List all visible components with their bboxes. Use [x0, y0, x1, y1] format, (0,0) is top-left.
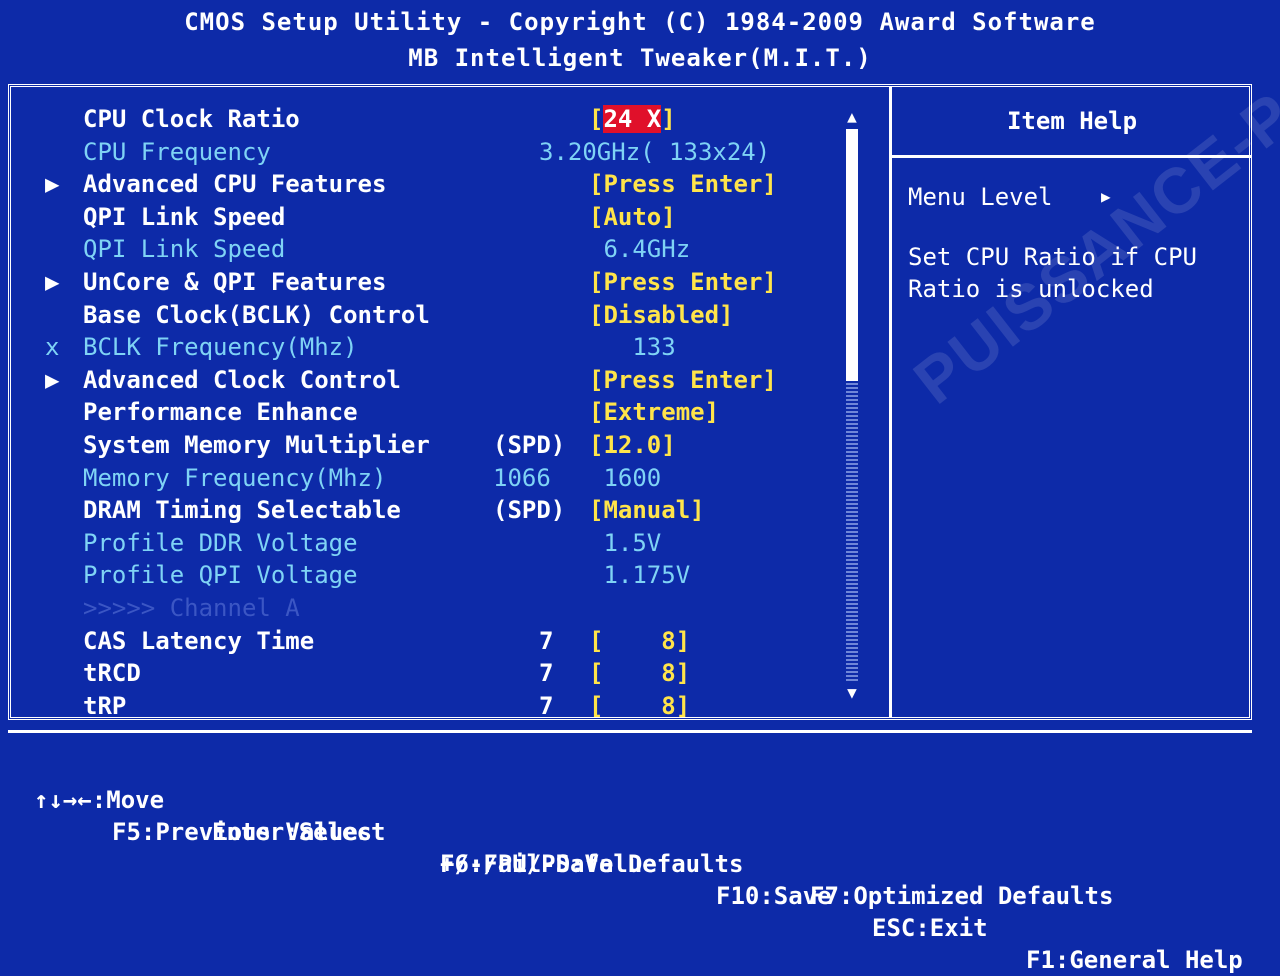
setting-value: 133	[589, 333, 676, 362]
setting-value: 1600	[589, 463, 662, 492]
footer-row-1: ↑↓→←:Move Enter:Select +/-/PU/PD:Value F…	[0, 752, 1280, 974]
help-menu-level: Menu Level	[908, 183, 1053, 211]
header-subtitle: MB Intelligent Tweaker(M.I.T.)	[408, 44, 872, 72]
setting-row[interactable]: tRCD 7 [ 8]	[11, 657, 871, 689]
scrollbar[interactable]: ▲ ▼	[843, 107, 861, 703]
setting-auto-value: 7	[539, 691, 554, 720]
setting-row: >>>>> Channel A	[11, 592, 871, 624]
setting-value[interactable]: [ 8]	[589, 690, 690, 722]
setting-label: tRCD	[83, 659, 141, 688]
setting-label: Profile DDR Voltage	[83, 528, 358, 557]
header-title: CMOS Setup Utility - Copyright (C) 1984-…	[184, 8, 1096, 36]
setting-row[interactable]: Performance Enhance [Extreme]	[11, 396, 871, 428]
setting-value[interactable]: [Press Enter]	[589, 364, 777, 396]
submenu-arrow-icon: ▶	[45, 365, 60, 394]
setting-label: Advanced CPU Features	[83, 170, 387, 199]
setting-row[interactable]: CPU Clock Ratio [24 X]	[11, 103, 871, 135]
setting-value[interactable]: [12.0]	[589, 429, 676, 461]
setting-row: QPI Link Speed 6.4GHz	[11, 233, 871, 265]
setting-label: tRP	[83, 691, 127, 720]
setting-label: CPU Clock Ratio	[83, 105, 300, 133]
setting-row[interactable]: ▶ Advanced CPU Features [Press Enter]	[11, 168, 871, 200]
setting-label: Performance Enhance	[83, 398, 358, 427]
setting-row[interactable]: System Memory Multiplier (SPD) [12.0]	[11, 429, 871, 461]
setting-value[interactable]: [Press Enter]	[589, 168, 777, 200]
setting-row[interactable]: QPI Link Speed [Auto]	[11, 201, 871, 233]
footer-row-2: F5:Previous Values F6:Fail-Safe Defaults…	[0, 784, 1280, 910]
bios-header: CMOS Setup Utility - Copyright (C) 1984-…	[0, 4, 1280, 76]
setting-value[interactable]: [Extreme]	[589, 396, 719, 428]
setting-auto-value: 1066	[493, 463, 551, 492]
main-frame: CPU Clock Ratio [24 X] CPU Frequency 3.20GH…	[8, 84, 1252, 720]
setting-row[interactable]: tRP 7 [ 8]	[11, 690, 871, 722]
scroll-up-icon[interactable]: ▲	[843, 107, 861, 127]
setting-row: Memory Frequency(Mhz) 1066 1600	[11, 462, 871, 494]
setting-label: >>>>> Channel A	[83, 594, 300, 622]
setting-row: CPU Frequency 3.20GHz( 133x24)	[11, 136, 871, 168]
setting-auto-value: 7	[539, 626, 554, 655]
setting-auto-value: 3.20GHz( 133x24)	[539, 137, 771, 166]
panel-divider	[889, 87, 892, 717]
setting-value[interactable]: [Press Enter]	[589, 266, 777, 298]
setting-label: DRAM Timing Selectable	[83, 496, 401, 525]
footer-exit: ESC:Exit	[872, 914, 988, 942]
setting-row: Profile QPI Voltage 1.175V	[11, 559, 871, 591]
footer-optimized: F7:Optimized Defaults	[810, 882, 1114, 910]
setting-value: 1.175V	[589, 561, 691, 590]
setting-value[interactable]: [Manual]	[589, 494, 705, 526]
setting-label: Advanced Clock Control	[83, 365, 401, 394]
setting-label: CAS Latency Time	[83, 626, 315, 655]
setting-value[interactable]: [24 X]	[589, 103, 676, 135]
setting-label: System Memory Multiplier	[83, 431, 430, 459]
setting-label: CPU Frequency	[83, 137, 271, 166]
setting-row: Profile DDR Voltage 1.5V	[11, 527, 871, 559]
scroll-thumb[interactable]	[846, 129, 858, 381]
setting-label: QPI Link Speed	[83, 235, 286, 264]
footer-failsafe: F6:Fail-Safe Defaults	[440, 850, 744, 878]
scroll-down-icon[interactable]: ▼	[843, 683, 861, 703]
setting-value[interactable]: [ 8]	[589, 657, 690, 689]
disabled-x-icon: x	[45, 333, 60, 362]
selected-highlight[interactable]: 24 X	[603, 105, 662, 133]
setting-row[interactable]: ▶ Advanced Clock Control [Press Enter]	[11, 364, 871, 396]
settings-list: CPU Clock Ratio [24 X] CPU Frequency 3.20GH…	[11, 87, 889, 720]
setting-value: 6.4GHz	[589, 235, 691, 264]
footer-divider	[8, 730, 1252, 733]
setting-row[interactable]: Base Clock(BCLK) Control [Disabled]	[11, 299, 871, 331]
setting-label: BCLK Frequency(Mhz)	[83, 333, 358, 362]
setting-auto-value: (SPD)	[493, 431, 566, 459]
setting-row[interactable]: CAS Latency Time 7 [ 8]	[11, 625, 871, 657]
setting-row[interactable]: ▶ UnCore & QPI Features [Press Enter]	[11, 266, 871, 298]
setting-label: UnCore & QPI Features	[83, 268, 387, 296]
submenu-arrow-icon: ▶	[45, 170, 60, 199]
setting-auto-value: (SPD)	[493, 496, 566, 525]
setting-value[interactable]: [Auto]	[589, 201, 676, 233]
setting-label: Profile QPI Voltage	[83, 561, 358, 590]
submenu-arrow-icon: ▶	[45, 268, 60, 296]
setting-row: x BCLK Frequency(Mhz) 133	[11, 331, 871, 363]
footer-previous: F5:Previous Values	[112, 818, 373, 846]
setting-value: 1.5V	[589, 528, 662, 557]
footer-general-help: F1:General Help	[1026, 946, 1243, 974]
setting-auto-value: 7	[539, 659, 554, 688]
setting-row[interactable]: DRAM Timing Selectable (SPD) [Manual]	[11, 494, 871, 526]
setting-label: Base Clock(BCLK) Control	[83, 300, 430, 329]
setting-label: Memory Frequency(Mhz)	[83, 463, 387, 492]
setting-value[interactable]: [Disabled]	[589, 299, 734, 331]
setting-value[interactable]: [ 8]	[589, 625, 690, 657]
setting-label: QPI Link Speed	[83, 202, 286, 231]
